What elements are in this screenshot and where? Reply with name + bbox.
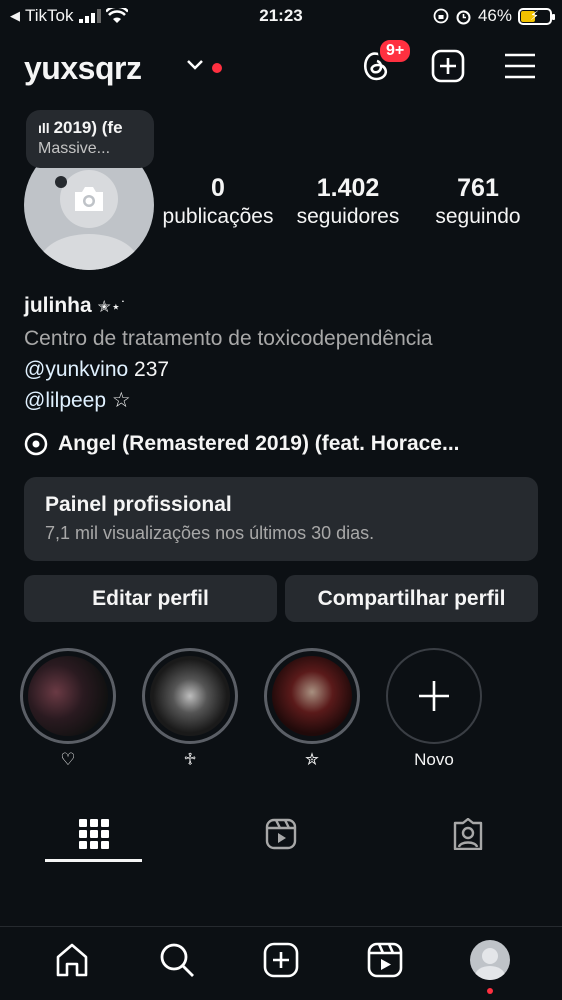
unread-dot — [212, 63, 222, 73]
tab-tagged[interactable] — [375, 806, 562, 862]
highlight-cover — [272, 656, 352, 736]
stat-label: publicações — [162, 205, 274, 228]
dashboard-title: Painel profissional — [45, 493, 232, 516]
plus-icon — [419, 681, 449, 711]
profile-tabs — [0, 806, 562, 862]
bottom-navigation — [0, 926, 562, 1000]
highlight-label: ♱ — [183, 750, 197, 769]
share-profile-button[interactable]: Compartilhar perfil — [285, 575, 538, 622]
name-decoration: ✭⋆˙ — [97, 299, 127, 316]
professional-dashboard[interactable]: Painel profissional 7,1 mil visualizaçõe… — [24, 477, 538, 561]
highlight-item[interactable]: ✮ — [264, 648, 360, 770]
nav-home[interactable] — [52, 940, 92, 980]
highlight-label: Novo — [414, 750, 454, 769]
highlight-label: ♡ — [60, 750, 76, 769]
highlight-label: ✮ — [304, 750, 320, 769]
display-name: julinha — [24, 294, 92, 317]
music-disc-icon — [24, 432, 48, 456]
avatar — [469, 939, 510, 980]
note-text: 2019) (fe — [53, 118, 123, 137]
profile-stats: 0 publicações 1.402 seguidores 761 segui… — [158, 174, 538, 229]
nav-profile[interactable] — [469, 939, 510, 994]
threads-button[interactable]: 9+ — [358, 38, 413, 84]
profile-active-dot — [486, 987, 493, 994]
edit-profile-button[interactable]: Editar perfil — [24, 575, 277, 622]
new-highlight-button[interactable]: Novo — [386, 648, 482, 770]
note-bubble[interactable]: ıll 2019) (fe Massive... — [26, 110, 154, 168]
note-tail — [55, 176, 67, 188]
bio-text: 237 — [128, 358, 170, 381]
stat-posts[interactable]: 0 publicações — [158, 174, 278, 229]
stat-value: 1.402 — [316, 174, 380, 202]
highlight-cover — [28, 656, 108, 736]
status-bar: ◀ TikTok 21:23 46% ⚡ — [0, 0, 562, 32]
profile-category: Centro de tratamento de toxicodependênci… — [24, 327, 433, 350]
profile-header: yuxsqrz 9+ — [24, 38, 538, 94]
audio-bars-icon: ıll — [38, 120, 54, 136]
battery-icon: ⚡ — [518, 7, 555, 25]
account-switcher[interactable]: yuxsqrz — [24, 50, 142, 87]
mention-link[interactable]: @lilpeep — [24, 389, 106, 412]
stat-label: seguidores — [296, 205, 400, 228]
dashboard-subtitle: 7,1 mil visualizações nos últimos 30 dia… — [45, 523, 375, 543]
stat-label: seguindo — [435, 205, 521, 228]
nav-reels[interactable] — [365, 940, 405, 980]
reels-icon — [368, 942, 403, 977]
stat-value: 761 — [457, 174, 499, 202]
stat-value: 0 — [211, 174, 225, 202]
search-icon — [160, 943, 194, 977]
tab-posts-grid[interactable] — [0, 806, 187, 862]
create-button[interactable] — [430, 48, 466, 84]
tagged-person-icon — [454, 818, 483, 850]
stat-followers[interactable]: 1.402 seguidores — [278, 174, 418, 229]
orientation-lock-icon — [433, 8, 449, 24]
music-track: Angel (Remastered 2019) (feat. Horace... — [58, 432, 460, 455]
tab-reels[interactable] — [187, 806, 374, 862]
note-subtext: Massive... — [38, 140, 111, 157]
bio-text: ☆ — [106, 389, 131, 412]
alarm-icon — [456, 10, 471, 24]
battery-percent: 46% — [477, 6, 512, 25]
nav-search[interactable] — [157, 940, 197, 980]
plus-square-icon — [263, 942, 299, 977]
highlight-item[interactable]: ♡ — [20, 648, 116, 770]
profile-bio: julinha ✭⋆˙ Centro de tratamento de toxi… — [24, 290, 544, 416]
notification-badge: 9+ — [378, 38, 413, 64]
camera-icon — [75, 187, 103, 211]
story-highlights: ♡ ♱ ✮ Novo — [20, 648, 482, 770]
highlight-cover — [150, 656, 230, 736]
grid-icon — [78, 819, 109, 849]
hamburger-menu-icon — [505, 53, 535, 79]
plus-square-icon — [431, 49, 465, 83]
stat-following[interactable]: 761 seguindo — [418, 174, 538, 229]
home-icon — [56, 943, 88, 976]
highlight-item[interactable]: ♱ — [142, 648, 238, 770]
nav-create[interactable] — [261, 940, 301, 980]
menu-button[interactable] — [502, 48, 538, 84]
reels-icon — [265, 818, 297, 850]
mention-link[interactable]: @yunkvino — [24, 358, 128, 381]
profile-music[interactable]: Angel (Remastered 2019) (feat. Horace... — [24, 432, 459, 456]
chevron-down-icon[interactable] — [186, 59, 204, 71]
